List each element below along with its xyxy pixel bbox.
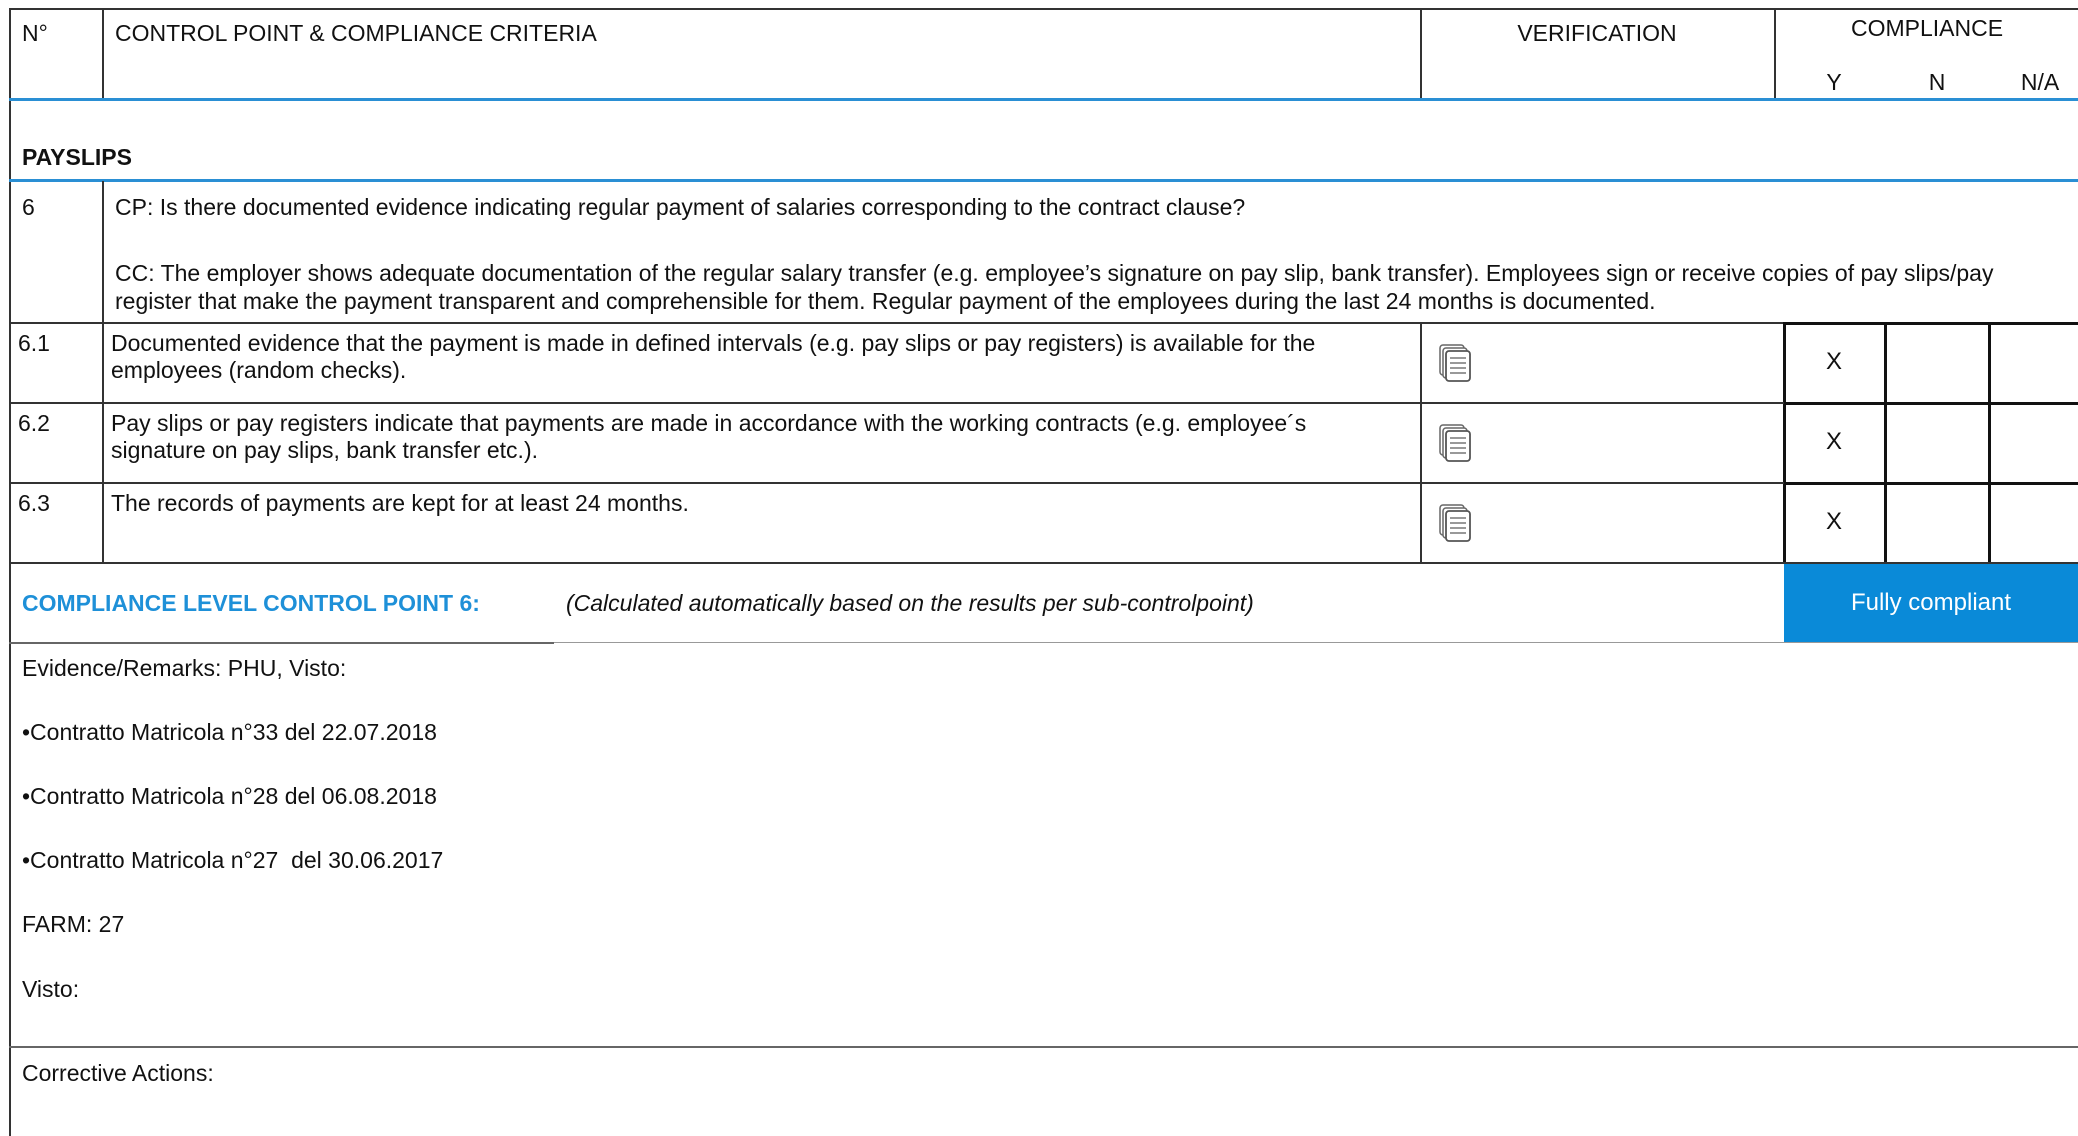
row-criteria-line2: signature on pay slips, bank transfer et… [111,437,538,463]
header-criteria: CONTROL POINT & COMPLIANCE CRITERIA [115,20,597,46]
document-stack-icon[interactable] [1438,503,1474,543]
compliance-level-note: (Calculated automatically based on the r… [566,590,1254,616]
header-y: Y [1826,69,1842,95]
row-criteria-line1: Documented evidence that the payment is … [111,330,1316,356]
compliance-level-label: COMPLIANCE LEVEL CONTROL POINT 6: [22,590,480,616]
header-na: N/A [2020,69,2060,95]
row-criteria-line2: employees (random checks). [111,357,407,383]
header-num: N° [22,20,48,46]
section-cp: CP: Is there documented evidence indicat… [115,194,1246,220]
section-cc-line1: CC: The employer shows adequate document… [115,260,1994,286]
evidence-item: •Contratto Matricola n°27 del 30.06.2017 [22,847,444,873]
header-compliance: COMPLIANCE [1850,15,2004,41]
header-n: N [1928,69,1946,95]
evidence-visto: Visto: [22,976,80,1002]
compliance-y-mark[interactable]: X [1784,348,1884,376]
row-criteria-line1: Pay slips or pay registers indicate that… [111,410,1307,436]
compliance-y-mark[interactable]: X [1784,508,1884,536]
row-num: 6.1 [18,330,50,356]
document-stack-icon[interactable] [1438,343,1474,383]
corrective-actions-title: Corrective Actions: [22,1060,214,1086]
evidence-farm: FARM: 27 [22,911,125,937]
evidence-item: •Contratto Matricola n°28 del 06.08.2018 [22,783,437,809]
row-num: 6.2 [18,410,50,436]
compliance-y-mark[interactable]: X [1784,428,1884,456]
document-stack-icon[interactable] [1438,423,1474,463]
row-num: 6.3 [18,490,50,516]
evidence-title: Evidence/Remarks: PHU, Visto: [22,655,347,681]
header-verification: VERIFICATION [1517,20,1677,46]
section-num: 6 [22,194,35,220]
row-criteria-line1: The records of payments are kept for at … [111,490,689,516]
evidence-item: •Contratto Matricola n°33 del 22.07.2018 [22,719,437,745]
section-cc-line2: register that make the payment transpare… [115,288,1656,314]
section-title: PAYSLIPS [22,144,132,170]
compliance-result-badge: Fully compliant [1784,564,2078,642]
